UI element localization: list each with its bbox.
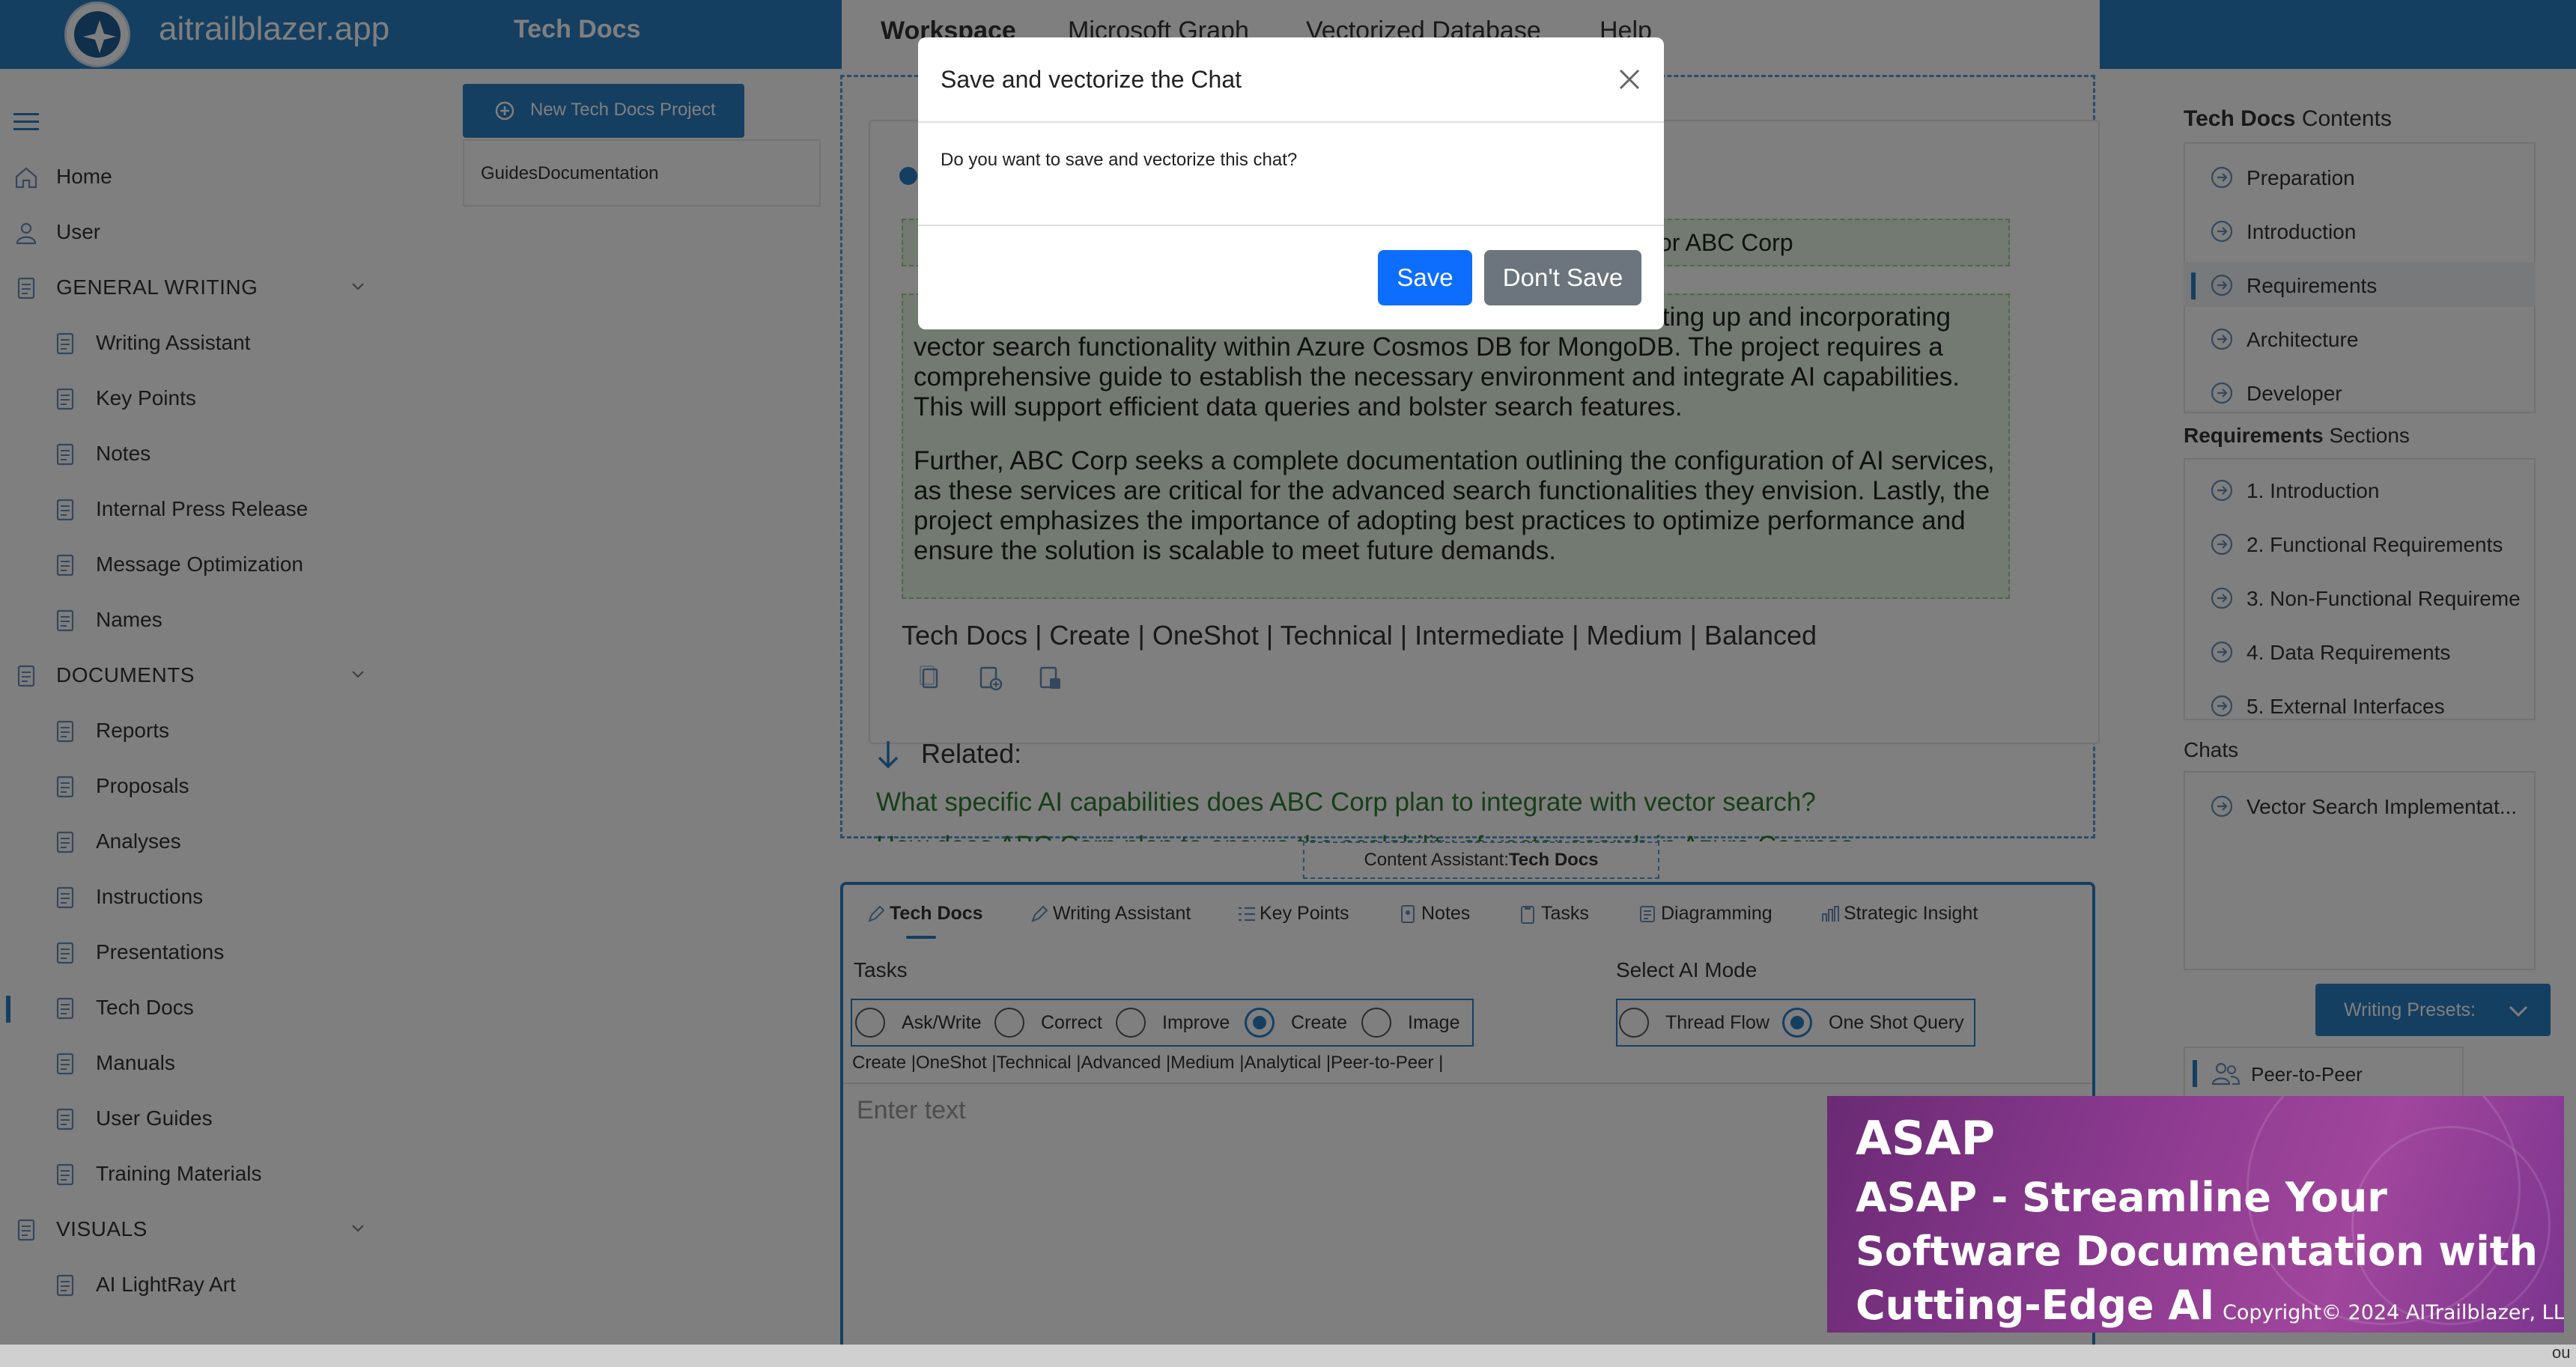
corner-text: ou bbox=[2552, 1343, 2571, 1362]
dialog-title: Save and vectorize the Chat bbox=[941, 66, 1242, 93]
dialog-message: Do you want to save and vectorize this c… bbox=[941, 150, 1298, 170]
save-dialog: Save and vectorize the Chat Do you want … bbox=[918, 37, 1664, 329]
divider bbox=[918, 225, 1664, 226]
divider bbox=[918, 121, 1664, 123]
save-button[interactable]: Save bbox=[1378, 250, 1472, 305]
banner-title: ASAP bbox=[1856, 1111, 1996, 1166]
banner-copyright: Copyright© 2024 AITrailblazer, LLC. bbox=[2223, 1301, 2564, 1324]
promo-banner: ASAP ASAP - Streamline Your Software Doc… bbox=[1827, 1096, 2564, 1333]
bottom-strip bbox=[0, 1345, 2576, 1367]
dont-save-button[interactable]: Don't Save bbox=[1484, 250, 1641, 305]
close-icon[interactable] bbox=[1614, 64, 1644, 94]
